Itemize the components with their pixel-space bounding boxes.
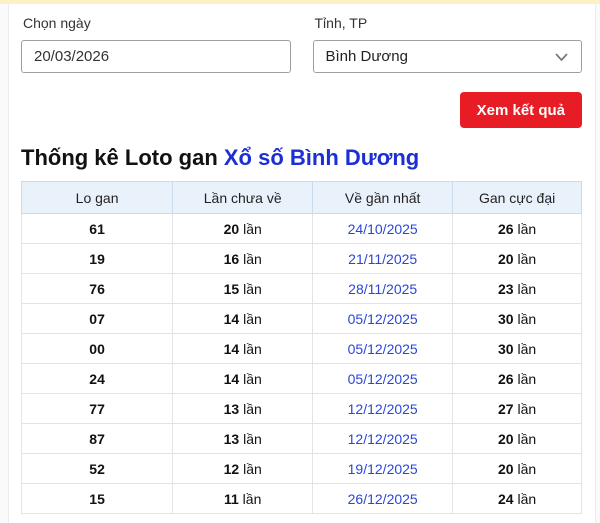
date-field-label: Chọn ngày bbox=[21, 10, 291, 40]
max-gan-cell: 30 lần bbox=[453, 334, 582, 364]
max-gan-cell: 30 lần bbox=[453, 304, 582, 334]
table-header-row: Lo gan Lần chưa về Về gần nhất Gan cực đ… bbox=[22, 182, 582, 214]
max-gan-cell: 26 lần bbox=[453, 214, 582, 244]
table-row: 1916 lần 21/11/2025 20 lần bbox=[22, 244, 582, 274]
max-gan-cell: 26 lần bbox=[453, 364, 582, 394]
lo-gan-cell: 19 bbox=[22, 244, 173, 274]
lo-gan-cell: 24 bbox=[22, 364, 173, 394]
header-lan-chua-ve: Lần chưa về bbox=[173, 182, 313, 214]
view-results-button[interactable]: Xem kết quả bbox=[460, 92, 582, 128]
last-seen-cell: 24/10/2025 bbox=[313, 214, 453, 244]
last-seen-cell: 05/12/2025 bbox=[313, 334, 453, 364]
table-row: 1511 lần 26/12/2025 24 lần bbox=[22, 484, 582, 514]
times-missing-cell: 14 lần bbox=[173, 334, 313, 364]
filter-form: Chọn ngày Tỉnh, TP Bình Dương bbox=[21, 10, 582, 73]
lo-gan-cell: 15 bbox=[22, 484, 173, 514]
last-seen-cell: 19/12/2025 bbox=[313, 454, 453, 484]
lo-gan-cell: 00 bbox=[22, 334, 173, 364]
loto-table-body: 6120 lần24/10/202526 lần1916 lần21/11/20… bbox=[22, 214, 582, 514]
max-gan-cell: 20 lần bbox=[453, 244, 582, 274]
lo-gan-cell: 52 bbox=[22, 454, 173, 484]
page-title-text: Thống kê Loto gan bbox=[21, 145, 224, 170]
table-row: 0014 lần 05/12/2025 30 lần bbox=[22, 334, 582, 364]
last-seen-cell: 12/12/2025 bbox=[313, 394, 453, 424]
times-missing-cell: 16 lần bbox=[173, 244, 313, 274]
last-seen-date-link[interactable]: 19/12/2025 bbox=[348, 461, 418, 477]
times-missing-cell: 20 lần bbox=[173, 214, 313, 244]
lo-gan-cell: 87 bbox=[22, 424, 173, 454]
last-seen-date-link[interactable]: 28/11/2025 bbox=[348, 281, 417, 297]
table-row: 8713 lần 12/12/2025 20 lần bbox=[22, 424, 582, 454]
table-row: 7713 lần 12/12/2025 27 lần bbox=[22, 394, 582, 424]
max-gan-cell: 20 lần bbox=[453, 424, 582, 454]
max-gan-cell: 27 lần bbox=[453, 394, 582, 424]
times-missing-cell: 13 lần bbox=[173, 394, 313, 424]
last-seen-date-link[interactable]: 24/10/2025 bbox=[348, 221, 418, 237]
page-title: Thống kê Loto gan Xổ số Bình Dương bbox=[21, 145, 582, 171]
last-seen-date-link[interactable]: 05/12/2025 bbox=[348, 311, 418, 327]
last-seen-date-link[interactable]: 05/12/2025 bbox=[348, 341, 418, 357]
last-seen-cell: 05/12/2025 bbox=[313, 364, 453, 394]
last-seen-cell: 05/12/2025 bbox=[313, 304, 453, 334]
times-missing-cell: 15 lần bbox=[173, 274, 313, 304]
loto-gan-table: Lo gan Lần chưa về Về gần nhất Gan cực đ… bbox=[21, 181, 582, 514]
table-row: 5212 lần 19/12/2025 20 lần bbox=[22, 454, 582, 484]
times-missing-cell: 13 lần bbox=[173, 424, 313, 454]
province-selected-value: Bình Dương bbox=[326, 48, 408, 65]
table-row: 0714 lần 05/12/2025 30 lần bbox=[22, 304, 582, 334]
last-seen-date-link[interactable]: 12/12/2025 bbox=[348, 401, 418, 417]
lo-gan-cell: 77 bbox=[22, 394, 173, 424]
last-seen-date-link[interactable]: 05/12/2025 bbox=[348, 371, 418, 387]
date-field-group: Chọn ngày bbox=[21, 10, 291, 73]
max-gan-cell: 20 lần bbox=[453, 454, 582, 484]
table-row: 2414 lần 05/12/2025 26 lần bbox=[22, 364, 582, 394]
chevron-down-icon bbox=[554, 51, 569, 63]
times-missing-cell: 12 lần bbox=[173, 454, 313, 484]
last-seen-cell: 26/12/2025 bbox=[313, 484, 453, 514]
header-gan-cuc-dai: Gan cực đại bbox=[453, 182, 582, 214]
last-seen-date-link[interactable]: 21/11/2025 bbox=[348, 251, 417, 267]
last-seen-cell: 28/11/2025 bbox=[313, 274, 453, 304]
lo-gan-cell: 61 bbox=[22, 214, 173, 244]
table-row: 7615 lần 28/11/2025 23 lần bbox=[22, 274, 582, 304]
max-gan-cell: 23 lần bbox=[453, 274, 582, 304]
times-missing-cell: 11 lần bbox=[173, 484, 313, 514]
max-gan-cell: 24 lần bbox=[453, 484, 582, 514]
lo-gan-cell: 76 bbox=[22, 274, 173, 304]
page-title-link[interactable]: Xổ số Bình Dương bbox=[224, 145, 419, 170]
last-seen-date-link[interactable]: 12/12/2025 bbox=[348, 431, 418, 447]
submit-row: Xem kết quả bbox=[21, 92, 582, 128]
times-missing-cell: 14 lần bbox=[173, 304, 313, 334]
last-seen-cell: 12/12/2025 bbox=[313, 424, 453, 454]
province-field-label: Tỉnh, TP bbox=[313, 10, 583, 40]
lo-gan-cell: 07 bbox=[22, 304, 173, 334]
last-seen-cell: 21/11/2025 bbox=[313, 244, 453, 274]
content-card: Chọn ngày Tỉnh, TP Bình Dương Xem kết qu… bbox=[8, 4, 596, 523]
times-missing-cell: 14 lần bbox=[173, 364, 313, 394]
header-lo-gan: Lo gan bbox=[22, 182, 173, 214]
header-ve-gan-nhat: Về gần nhất bbox=[313, 182, 453, 214]
province-field-group: Tỉnh, TP Bình Dương bbox=[313, 10, 583, 73]
last-seen-date-link[interactable]: 26/12/2025 bbox=[348, 491, 418, 507]
table-header: Lo gan Lần chưa về Về gần nhất Gan cực đ… bbox=[22, 182, 582, 214]
date-input[interactable] bbox=[21, 40, 291, 73]
province-select[interactable]: Bình Dương bbox=[313, 40, 583, 73]
table-row: 6120 lần 24/10/2025 26 lần bbox=[22, 214, 582, 244]
